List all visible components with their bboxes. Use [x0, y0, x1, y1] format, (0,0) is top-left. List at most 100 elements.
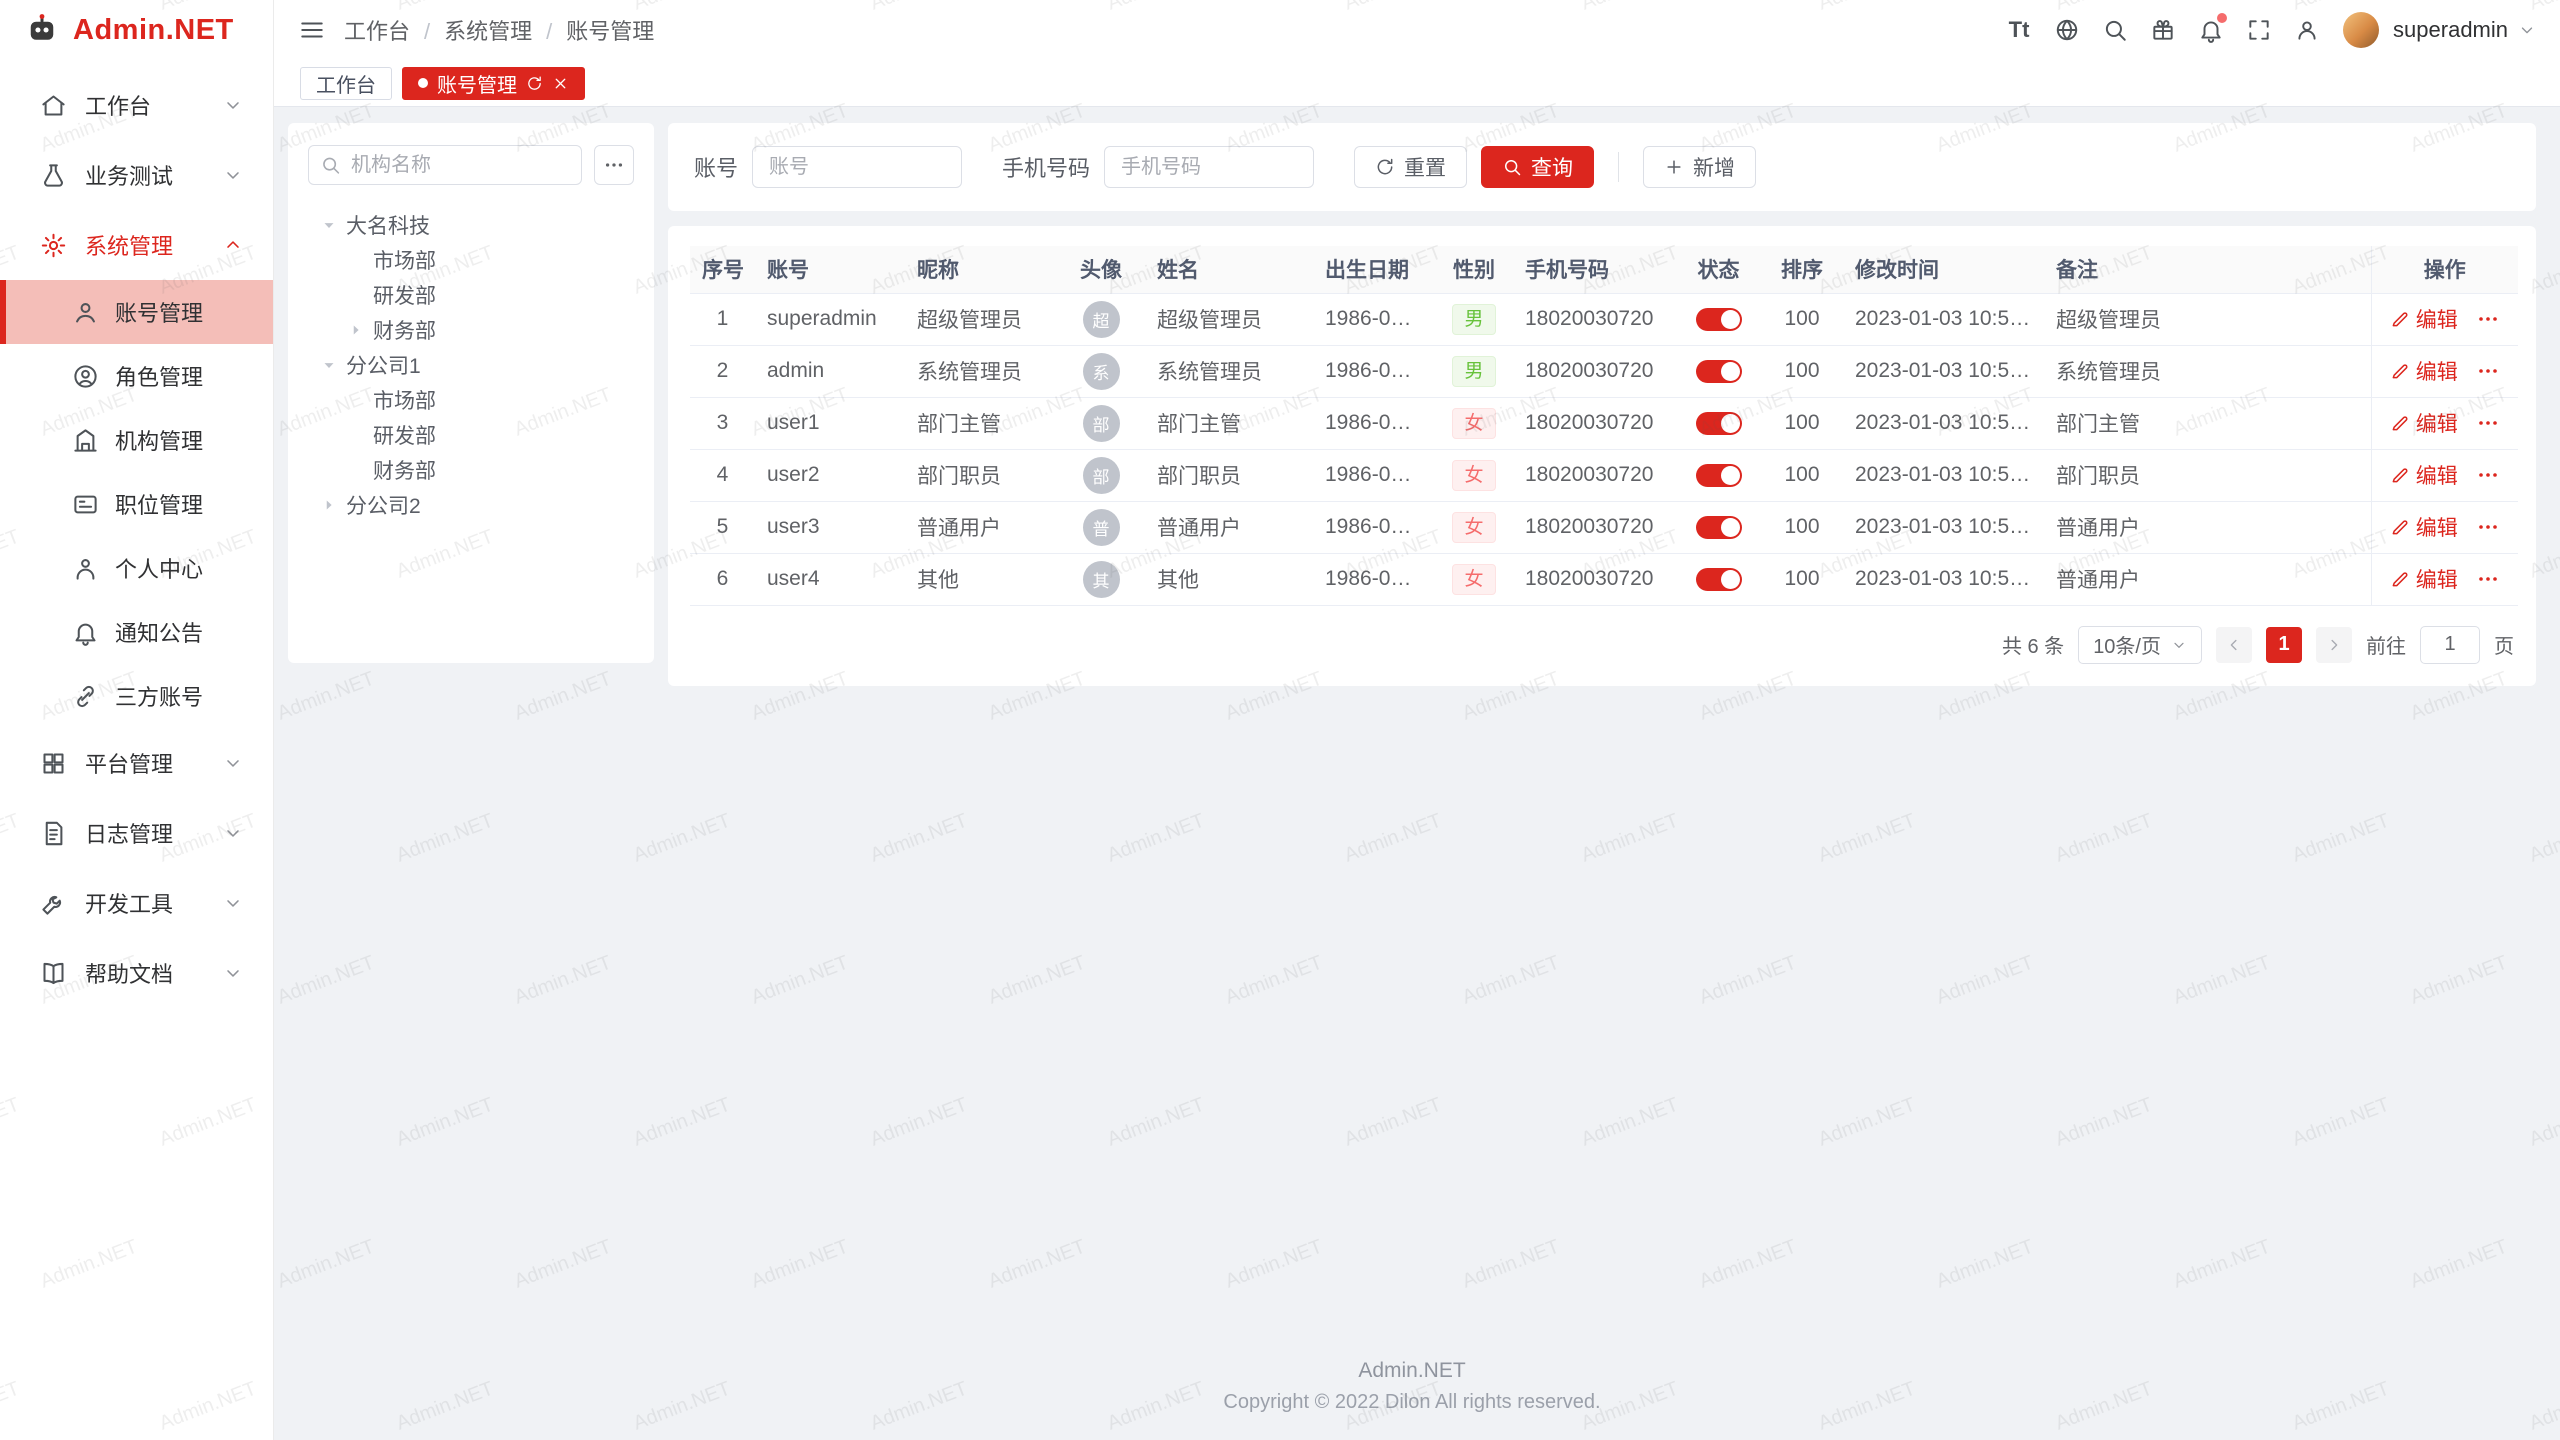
goto-page-input[interactable] — [2420, 626, 2480, 664]
page-1-button[interactable]: 1 — [2266, 627, 2302, 663]
remark-cell: 系统管理员 — [2044, 345, 2371, 397]
org-search-input[interactable] — [308, 145, 582, 185]
order-cell: 100 — [1761, 345, 1843, 397]
sidebar-item-role-management[interactable]: 角色管理 — [0, 344, 273, 408]
sidebar-item-notice-announcement[interactable]: 通知公告 — [0, 600, 273, 664]
theme-button[interactable] — [2141, 8, 2185, 52]
caret-icon[interactable] — [318, 496, 340, 514]
edit-button[interactable]: 编辑 — [2390, 460, 2458, 490]
tree-node-label: 财务部 — [373, 315, 436, 345]
status-toggle[interactable] — [1696, 464, 1742, 487]
phone-input[interactable] — [1104, 146, 1314, 188]
ops-cell: 编辑 — [2371, 293, 2518, 345]
sidebar-item-third-party-account[interactable]: 三方账号 — [0, 664, 273, 728]
tree-node[interactable]: 市场部 — [308, 242, 634, 277]
tab-close-icon[interactable] — [552, 75, 569, 92]
row-more-button[interactable] — [2476, 515, 2500, 539]
page-size-select[interactable]: 10条/页 — [2078, 626, 2202, 664]
row-more-button[interactable] — [2476, 411, 2500, 435]
tab-account-management[interactable]: 账号管理 — [402, 67, 585, 100]
search-icon — [2102, 17, 2128, 43]
breadcrumb-item-system[interactable]: 系统管理 — [444, 14, 566, 46]
status-toggle[interactable] — [1696, 360, 1742, 383]
status-toggle[interactable] — [1696, 308, 1742, 331]
edit-button[interactable]: 编辑 — [2390, 512, 2458, 542]
status-toggle[interactable] — [1696, 516, 1742, 539]
ops-cell: 编辑 — [2371, 553, 2518, 605]
row-more-button[interactable] — [2476, 307, 2500, 331]
user-center-button[interactable] — [2285, 8, 2329, 52]
account-label: 账号 — [694, 151, 738, 183]
right-column: 账号 手机号码 重置 查询 — [668, 123, 2536, 686]
order-cell: 100 — [1761, 553, 1843, 605]
nickname-cell: 超级管理员 — [905, 293, 1057, 345]
account-input[interactable] — [752, 146, 962, 188]
logo[interactable]: Admin.NET — [0, 0, 273, 60]
order-cell: 100 — [1761, 501, 1843, 553]
tree-node-label: 分公司2 — [346, 490, 421, 520]
prev-page-button[interactable] — [2216, 627, 2252, 663]
pencil-icon — [2390, 465, 2410, 485]
query-button[interactable]: 查询 — [1481, 146, 1594, 188]
sidebar-item-platform-management[interactable]: 平台管理 — [0, 728, 273, 798]
username[interactable]: superadmin — [2393, 17, 2508, 43]
phone-cell: 18020030720 — [1513, 345, 1676, 397]
tree-node[interactable]: 市场部 — [308, 382, 634, 417]
breadcrumb-item-workbench[interactable]: 工作台 — [344, 14, 444, 46]
sidebar-item-position-management[interactable]: 职位管理 — [0, 472, 273, 536]
tree-node[interactable]: 财务部 — [308, 312, 634, 347]
tree-node[interactable]: 研发部 — [308, 417, 634, 452]
add-button[interactable]: 新增 — [1643, 146, 1756, 188]
sidebar-item-organization-management[interactable]: 机构管理 — [0, 408, 273, 472]
edit-button[interactable]: 编辑 — [2390, 304, 2458, 334]
sidebar-item-business-test[interactable]: 业务测试 — [0, 140, 273, 210]
row-more-button[interactable] — [2476, 567, 2500, 591]
pencil-icon — [2390, 413, 2410, 433]
page-size-value: 10条/页 — [2093, 630, 2161, 659]
fullscreen-button[interactable] — [2237, 8, 2281, 52]
tree-node[interactable]: 大名科技 — [308, 207, 634, 242]
user-avatar[interactable] — [2343, 12, 2379, 48]
sidebar-item-help-docs[interactable]: 帮助文档 — [0, 938, 273, 1008]
gender-cell: 男 — [1435, 345, 1513, 397]
caret-icon[interactable] — [318, 356, 340, 374]
position-icon — [72, 491, 99, 518]
edit-button[interactable]: 编辑 — [2390, 408, 2458, 438]
font-size-button[interactable]: Tt — [1997, 8, 2041, 52]
row-more-button[interactable] — [2476, 359, 2500, 383]
sidebar-item-account-management[interactable]: 账号管理 — [0, 280, 273, 344]
sidebar-item-workbench[interactable]: 工作台 — [0, 70, 273, 140]
caret-icon[interactable] — [318, 216, 340, 234]
breadcrumb: 工作台 系统管理 账号管理 — [344, 14, 654, 46]
caret-icon[interactable] — [345, 321, 367, 339]
status-toggle[interactable] — [1696, 568, 1742, 591]
next-page-button[interactable] — [2316, 627, 2352, 663]
chevron-down-icon[interactable] — [2518, 21, 2536, 39]
org-more-button[interactable] — [594, 145, 634, 185]
edit-button[interactable]: 编辑 — [2390, 356, 2458, 386]
tree-node[interactable]: 分公司1 — [308, 347, 634, 382]
sidebar-item-log-management[interactable]: 日志管理 — [0, 798, 273, 868]
sidebar-item-personal-center[interactable]: 个人中心 — [0, 536, 273, 600]
gender-cell: 男 — [1435, 293, 1513, 345]
global-search-button[interactable] — [2093, 8, 2137, 52]
tree-node[interactable]: 财务部 — [308, 452, 634, 487]
row-more-button[interactable] — [2476, 463, 2500, 487]
tab-refresh-icon[interactable] — [526, 75, 543, 92]
notifications-button[interactable] — [2189, 8, 2233, 52]
hamburger-menu-icon[interactable] — [290, 8, 334, 52]
status-toggle[interactable] — [1696, 412, 1742, 435]
sidebar-item-system-management[interactable]: 系统管理 — [0, 210, 273, 280]
reset-button[interactable]: 重置 — [1354, 146, 1467, 188]
chevron-left-icon — [2225, 636, 2243, 654]
tree-node[interactable]: 研发部 — [308, 277, 634, 312]
sidebar-item-label: 机构管理 — [115, 424, 203, 456]
avatar-cell: 其 — [1057, 553, 1145, 605]
tree-node-label: 分公司1 — [346, 350, 421, 380]
tab-workbench[interactable]: 工作台 — [300, 67, 392, 100]
language-button[interactable] — [2045, 8, 2089, 52]
sidebar-item-dev-tools[interactable]: 开发工具 — [0, 868, 273, 938]
sidebar: Admin.NET 工作台业务测试系统管理账号管理角色管理机构管理职位管理个人中… — [0, 0, 274, 1440]
tree-node[interactable]: 分公司2 — [308, 487, 634, 522]
edit-button[interactable]: 编辑 — [2390, 564, 2458, 594]
